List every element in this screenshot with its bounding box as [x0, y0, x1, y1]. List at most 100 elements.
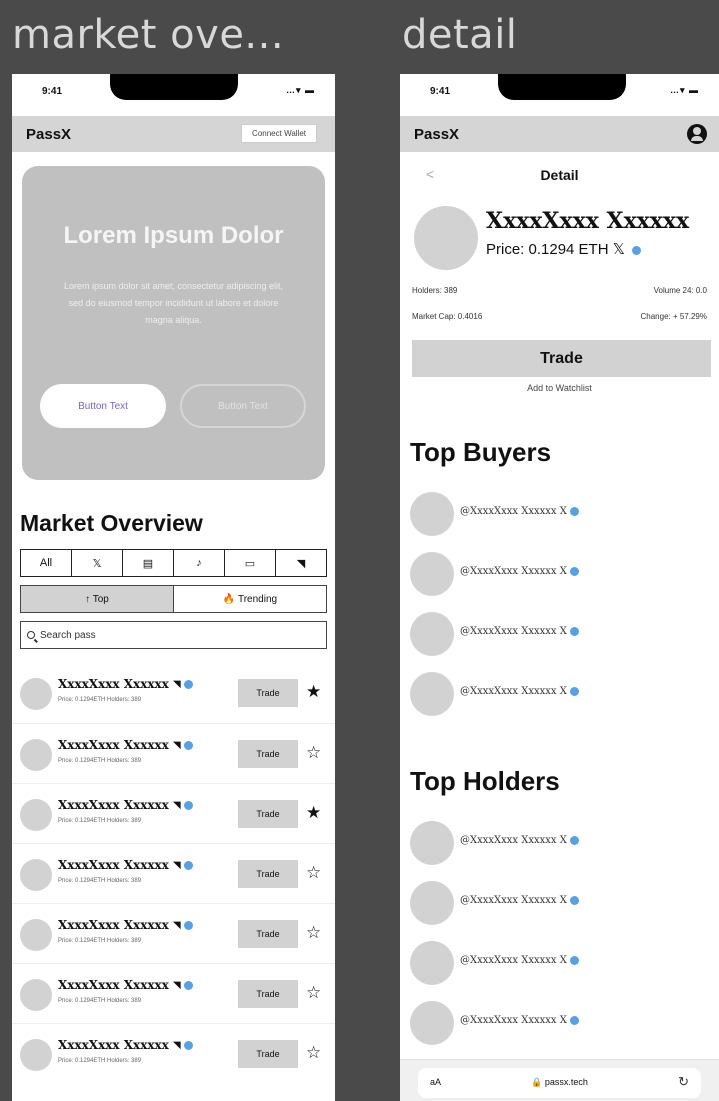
verified-icon — [183, 861, 193, 870]
verified-icon — [569, 836, 579, 845]
reload-icon[interactable]: ↻ — [678, 1074, 689, 1090]
connect-wallet-button[interactable]: Connect Wallet — [241, 124, 317, 143]
search-placeholder: Search pass — [40, 629, 96, 641]
frame-title-detail: detail — [402, 12, 518, 58]
verified-icon — [631, 245, 641, 255]
list-item[interactable]: XxxxXxxx Xxxxxx ◥ Price: 0.1294ETH Holde… — [12, 843, 335, 903]
star-icon[interactable]: ★ — [306, 680, 321, 704]
url-text: 🔒 passx.tech — [531, 1077, 588, 1087]
list-item[interactable]: @XxxxXxxx Xxxxxx X — [400, 875, 719, 935]
user-handle: @XxxxXxxx Xxxxxx X — [460, 686, 579, 697]
status-bar: 9:41 …▾ ▬ — [400, 74, 719, 116]
search-input[interactable]: Search pass — [20, 621, 327, 649]
verified-icon — [183, 680, 193, 689]
trade-button[interactable]: Trade — [238, 1040, 298, 1068]
avatar — [20, 799, 52, 831]
star-icon[interactable]: ★ — [306, 801, 321, 825]
tab-trending[interactable]: 🔥 Trending — [174, 586, 326, 612]
list-item[interactable]: XxxxXxxx Xxxxxx ◥ Price: 0.1294ETH Holde… — [12, 723, 335, 783]
avatar — [410, 492, 454, 536]
detail-header: < Detail — [400, 152, 719, 198]
user-handle: @XxxxXxxx Xxxxxx X — [460, 1015, 579, 1026]
verified-icon — [569, 567, 579, 576]
list-item[interactable]: @XxxxXxxx Xxxxxx X — [400, 546, 719, 606]
brand-logo[interactable]: PassX — [26, 126, 71, 143]
pass-subtitle: Price: 0.1294ETH Holders: 389 — [58, 697, 142, 703]
verified-icon — [183, 801, 193, 810]
avatar — [410, 881, 454, 925]
hero-primary-button[interactable]: Button Text — [40, 384, 166, 428]
avatar — [414, 206, 478, 270]
pass-price: Price: 0.1294 ETH 𝕏 — [486, 240, 641, 258]
app-bar: PassX Connect Wallet — [12, 116, 335, 152]
browser-address-bar: aA 🔒 passx.tech ↻ — [400, 1059, 719, 1101]
brand-logo[interactable]: PassX — [414, 126, 459, 143]
user-handle: @XxxxXxxx Xxxxxx X — [460, 626, 579, 637]
holders-stat: Holders: 389 — [412, 286, 458, 295]
filter-x-icon[interactable]: 𝕏 — [72, 550, 123, 576]
status-time: 9:41 — [430, 86, 451, 97]
verified-icon — [183, 1041, 193, 1050]
url-field[interactable]: aA 🔒 passx.tech ↻ — [418, 1068, 701, 1098]
filter-bird-icon[interactable]: ◥ — [276, 550, 326, 576]
trade-button[interactable]: Trade — [238, 800, 298, 828]
trade-button[interactable]: Trade — [412, 340, 711, 377]
list-item[interactable]: XxxxXxxx Xxxxxx ◥ Price: 0.1294ETH Holde… — [12, 1023, 335, 1083]
market-cap-stat: Market Cap: 0.4016 — [412, 312, 483, 321]
trade-button[interactable]: Trade — [238, 740, 298, 768]
list-item[interactable]: @XxxxXxxx Xxxxxx X — [400, 815, 719, 875]
market-overview-screen: 9:41 …▾ ▬ PassX Connect Wallet Lorem Ips… — [12, 74, 335, 1101]
avatar — [410, 672, 454, 716]
list-item[interactable]: XxxxXxxx Xxxxxx ◥ Price: 0.1294ETH Holde… — [12, 783, 335, 843]
pass-name: XxxxXxxx Xxxxxx ◥ — [58, 677, 193, 691]
trade-button[interactable]: Trade — [238, 860, 298, 888]
list-item[interactable]: XxxxXxxx Xxxxxx ◥ Price: 0.1294ETH Holde… — [12, 903, 335, 963]
list-item[interactable]: @XxxxXxxx Xxxxxx X — [400, 995, 719, 1055]
pass-subtitle: Price: 0.1294ETH Holders: 389 — [58, 1058, 142, 1064]
avatar — [410, 612, 454, 656]
list-item[interactable]: XxxxXxxx Xxxxxx ◥ Price: 0.1294ETH Holde… — [12, 663, 335, 723]
list-item[interactable]: @XxxxXxxx Xxxxxx X — [400, 486, 719, 546]
verified-icon — [569, 627, 579, 636]
user-handle: @XxxxXxxx Xxxxxx X — [460, 895, 579, 906]
star-icon[interactable]: ☆ — [306, 741, 321, 765]
pass-name: XxxxXxxx Xxxxxx ◥ — [58, 798, 193, 812]
user-handle: @XxxxXxxx Xxxxxx X — [460, 566, 579, 577]
pass-name: XxxxXxxx Xxxxxx ◥ — [58, 738, 193, 752]
hero-secondary-button[interactable]: Button Text — [180, 384, 306, 428]
star-icon[interactable]: ☆ — [306, 921, 321, 945]
trade-button[interactable]: Trade — [238, 920, 298, 948]
list-item[interactable]: @XxxxXxxx Xxxxxx X — [400, 666, 719, 726]
star-icon[interactable]: ☆ — [306, 861, 321, 885]
stats-block: Holders: 389 Volume 24: 0.0 Market Cap: … — [400, 282, 719, 332]
filter-tiktok-icon[interactable]: ♪ — [174, 550, 225, 576]
page-title: Detail — [540, 167, 579, 183]
filter-all[interactable]: All — [21, 550, 72, 576]
top-holders-title: Top Holders — [410, 766, 560, 796]
top-buyers-title: Top Buyers — [410, 437, 552, 467]
list-item[interactable]: XxxxXxxx Xxxxxx ◥ Price: 0.1294ETH Holde… — [12, 963, 335, 1023]
verified-icon — [569, 1016, 579, 1025]
filter-chat-icon[interactable]: ▭ — [225, 550, 276, 576]
bird-icon: ◥ — [173, 679, 181, 690]
avatar — [410, 1001, 454, 1045]
detail-screen: 9:41 …▾ ▬ PassX < Detail XxxxXxxx Xxxxxx… — [400, 74, 719, 1101]
frame-title-market: market ove... — [12, 12, 285, 58]
trade-button[interactable]: Trade — [238, 980, 298, 1008]
signal-battery-icon: …▾ ▬ — [669, 85, 699, 95]
verified-icon — [569, 896, 579, 905]
filter-grid-icon[interactable]: ▤ — [123, 550, 174, 576]
trade-button[interactable]: Trade — [238, 679, 298, 707]
add-to-watchlist-link[interactable]: Add to Watchlist — [400, 383, 719, 393]
star-icon[interactable]: ☆ — [306, 1041, 321, 1065]
list-item[interactable]: @XxxxXxxx Xxxxxx X — [400, 606, 719, 666]
notch — [110, 74, 238, 100]
list-item[interactable]: @XxxxXxxx Xxxxxx X — [400, 935, 719, 995]
market-overview-title: Market Overview — [20, 510, 203, 536]
tab-top[interactable]: ↑ Top — [21, 586, 174, 612]
star-icon[interactable]: ☆ — [306, 981, 321, 1005]
platform-filter: All 𝕏 ▤ ♪ ▭ ◥ — [20, 549, 327, 577]
status-time: 9:41 — [42, 86, 63, 97]
sort-tabs: ↑ Top 🔥 Trending — [20, 585, 327, 613]
user-account-icon[interactable] — [687, 124, 707, 144]
